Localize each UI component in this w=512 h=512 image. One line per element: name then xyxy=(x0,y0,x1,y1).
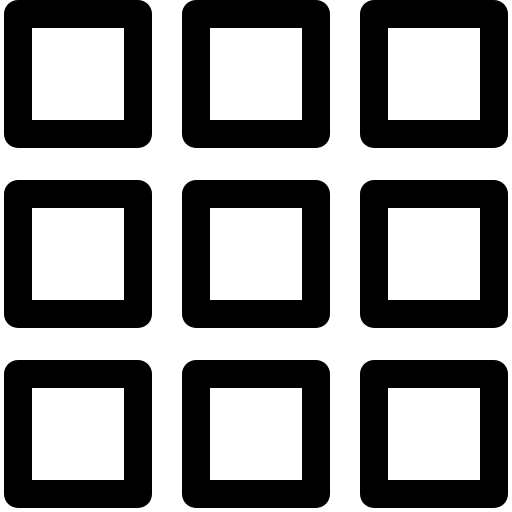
grid-cell-square-r2-c2 xyxy=(182,180,330,328)
grid-view-icon-graphic xyxy=(4,0,508,508)
grid-cell-square-r1-c1 xyxy=(4,0,152,148)
grid-cell-square-r2-c3 xyxy=(360,180,508,328)
grid-cell-square-r3-c2 xyxy=(182,360,330,508)
grid-cell-square-r3-c1 xyxy=(4,360,152,508)
grid-cell-square-r1-c2 xyxy=(182,0,330,148)
grid-cell-square-r2-c1 xyxy=(4,180,152,328)
grid-cell-square-r1-c3 xyxy=(360,0,508,148)
grid-cell-square-r3-c3 xyxy=(360,360,508,508)
grid-view-icon xyxy=(0,0,512,512)
